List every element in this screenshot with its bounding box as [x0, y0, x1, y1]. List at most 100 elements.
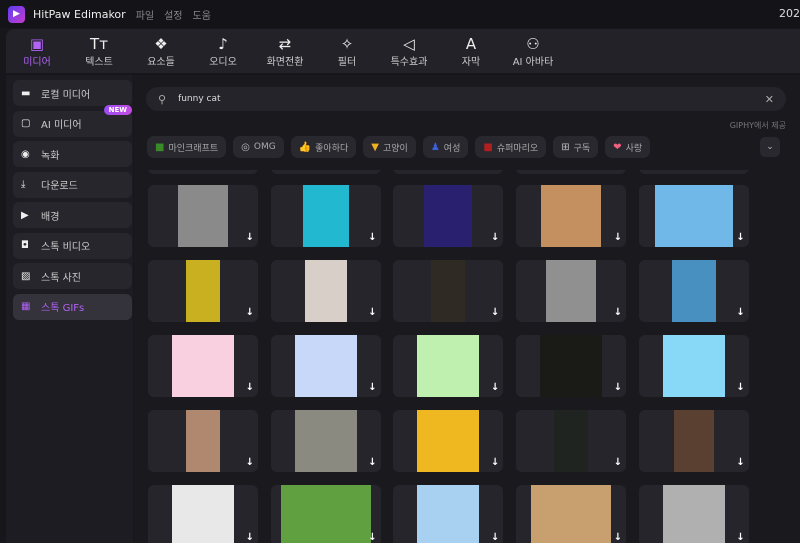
download-icon[interactable]: ↓ — [491, 457, 499, 468]
gif-thumbnail[interactable] — [186, 260, 220, 322]
sidebar-item[interactable]: ◘ 스톡 비디오 — [13, 232, 132, 259]
chevron-down-icon[interactable]: ⌄ — [760, 137, 780, 157]
tab-text[interactable]: Tт 텍스트 — [68, 29, 130, 73]
download-icon[interactable]: ↓ — [246, 532, 254, 543]
gif-thumbnail[interactable] — [172, 485, 234, 543]
gif-thumbnail[interactable] — [172, 335, 234, 397]
gif-card[interactable]: ↓ — [148, 335, 258, 397]
tab-elements[interactable]: ❖ 요소들 — [130, 29, 192, 73]
download-icon[interactable]: ↓ — [614, 307, 622, 318]
gif-thumbnail[interactable] — [302, 185, 349, 247]
download-icon[interactable]: ↓ — [614, 532, 622, 543]
gif-thumbnail[interactable] — [540, 335, 603, 397]
sidebar-item[interactable]: ▦ 스톡 GIFs — [13, 293, 132, 320]
gif-thumbnail[interactable] — [662, 335, 725, 397]
download-icon[interactable]: ↓ — [491, 232, 499, 243]
gif-thumbnail[interactable] — [673, 410, 714, 472]
gif-thumbnail[interactable] — [662, 485, 725, 543]
download-icon[interactable]: ↓ — [246, 457, 254, 468]
search-input[interactable] — [178, 94, 765, 104]
tab-transition[interactable]: ⇄ 화면전환 — [254, 29, 316, 73]
gif-card[interactable]: ↓ — [148, 260, 258, 322]
gif-thumbnail[interactable] — [294, 410, 357, 472]
gif-card[interactable]: ↓ — [638, 335, 749, 397]
gif-thumbnail[interactable] — [546, 260, 597, 322]
gif-thumbnail[interactable] — [178, 185, 228, 247]
gif-thumbnail[interactable] — [554, 410, 589, 472]
menu-file[interactable]: 파일 — [136, 7, 154, 22]
download-icon[interactable]: ↓ — [368, 382, 376, 393]
gif-card[interactable]: ↓ — [638, 185, 749, 247]
chip-heart[interactable]: ❤ 사랑 — [605, 136, 651, 158]
gif-card[interactable] — [148, 170, 258, 174]
download-icon[interactable]: ↓ — [736, 382, 744, 393]
gif-card[interactable] — [516, 170, 627, 174]
clear-search-icon[interactable]: ✕ — [765, 93, 774, 106]
gif-card[interactable]: ↓ — [393, 410, 504, 472]
gif-card[interactable]: ↓ — [148, 485, 258, 543]
sidebar-item[interactable]: ⤓ 다운로드 — [13, 171, 132, 198]
gif-card[interactable]: ↓ — [393, 185, 504, 247]
gif-thumbnail[interactable] — [671, 260, 716, 322]
chip-bookmark[interactable]: ⊞ 구독 — [553, 136, 599, 158]
download-icon[interactable]: ↓ — [368, 532, 376, 543]
download-icon[interactable]: ↓ — [736, 307, 744, 318]
download-icon[interactable]: ↓ — [368, 232, 376, 243]
gif-thumbnail[interactable] — [417, 410, 480, 472]
tab-media[interactable]: ▣ 미디어 — [6, 29, 68, 73]
gif-thumbnail[interactable] — [280, 485, 371, 543]
gif-thumbnail[interactable] — [654, 185, 733, 247]
gif-card[interactable]: ↓ — [270, 185, 381, 247]
gif-card[interactable]: ↓ — [270, 335, 381, 397]
gif-card[interactable]: ↓ — [270, 410, 381, 472]
download-icon[interactable]: ↓ — [246, 232, 254, 243]
tab-effects[interactable]: ◁ 특수효과 — [378, 29, 440, 73]
download-icon[interactable]: ↓ — [614, 382, 622, 393]
tab-music-note[interactable]: ♪ 오디오 — [192, 29, 254, 73]
download-icon[interactable]: ↓ — [736, 457, 744, 468]
gif-thumbnail[interactable] — [186, 410, 220, 472]
download-icon[interactable]: ↓ — [246, 382, 254, 393]
gif-card[interactable]: ↓ — [393, 335, 504, 397]
download-icon[interactable]: ↓ — [736, 232, 744, 243]
sidebar-item[interactable]: ▨ 스톡 사진 — [13, 263, 132, 289]
gif-card[interactable]: ↓ — [393, 485, 504, 543]
chip-woman[interactable]: ♟ 여성 — [422, 136, 469, 158]
gif-card[interactable]: ↓ — [516, 485, 627, 543]
download-icon[interactable]: ↓ — [368, 457, 376, 468]
download-icon[interactable]: ↓ — [246, 307, 254, 318]
gif-card[interactable]: ↓ — [393, 260, 504, 322]
gif-thumbnail[interactable] — [424, 185, 473, 247]
gif-card[interactable]: ↓ — [270, 485, 381, 543]
chip-creeper[interactable]: ■ 마인크래프트 — [147, 136, 227, 158]
gif-card[interactable] — [638, 170, 749, 174]
menu-settings[interactable]: 설정 — [164, 7, 182, 22]
gif-card[interactable] — [270, 170, 381, 174]
download-icon[interactable]: ↓ — [491, 532, 499, 543]
gif-card[interactable]: ↓ — [148, 410, 258, 472]
gif-card[interactable]: ↓ — [516, 410, 627, 472]
gif-thumbnail[interactable] — [531, 485, 612, 543]
chip-cat[interactable]: ▼ 고양이 — [363, 136, 416, 158]
gif-card[interactable]: ↓ — [148, 185, 258, 247]
download-icon[interactable]: ↓ — [491, 382, 499, 393]
gif-thumbnail[interactable] — [294, 335, 357, 397]
chip-thumbs-up[interactable]: 👍 좋아하다 — [290, 136, 357, 158]
menu-help[interactable]: 도움 — [193, 7, 211, 22]
tab-avatar[interactable]: ⚇ AI 아바타 — [502, 29, 564, 73]
tab-subtitle[interactable]: A 자막 — [440, 29, 502, 73]
sidebar-item[interactable]: ◉ 녹화 — [13, 141, 132, 167]
sidebar-item[interactable]: ▢ AI 미디어 NEW — [13, 104, 132, 137]
gif-card[interactable]: ↓ — [516, 260, 627, 322]
gif-card[interactable]: ↓ — [516, 185, 627, 247]
sidebar-item[interactable]: ▬ 로컬 미디어 — [13, 80, 132, 106]
download-icon[interactable]: ↓ — [614, 457, 622, 468]
gif-card[interactable]: ↓ — [638, 410, 749, 472]
gif-card[interactable]: ↓ — [638, 260, 749, 322]
gif-card[interactable] — [393, 170, 504, 174]
gif-thumbnail[interactable] — [417, 485, 480, 543]
gif-card[interactable]: ↓ — [270, 260, 381, 322]
gif-thumbnail[interactable] — [541, 185, 602, 247]
sidebar-item[interactable]: ▶ 배경 — [13, 202, 132, 228]
tab-sparkle[interactable]: ✧ 필터 — [316, 29, 378, 73]
